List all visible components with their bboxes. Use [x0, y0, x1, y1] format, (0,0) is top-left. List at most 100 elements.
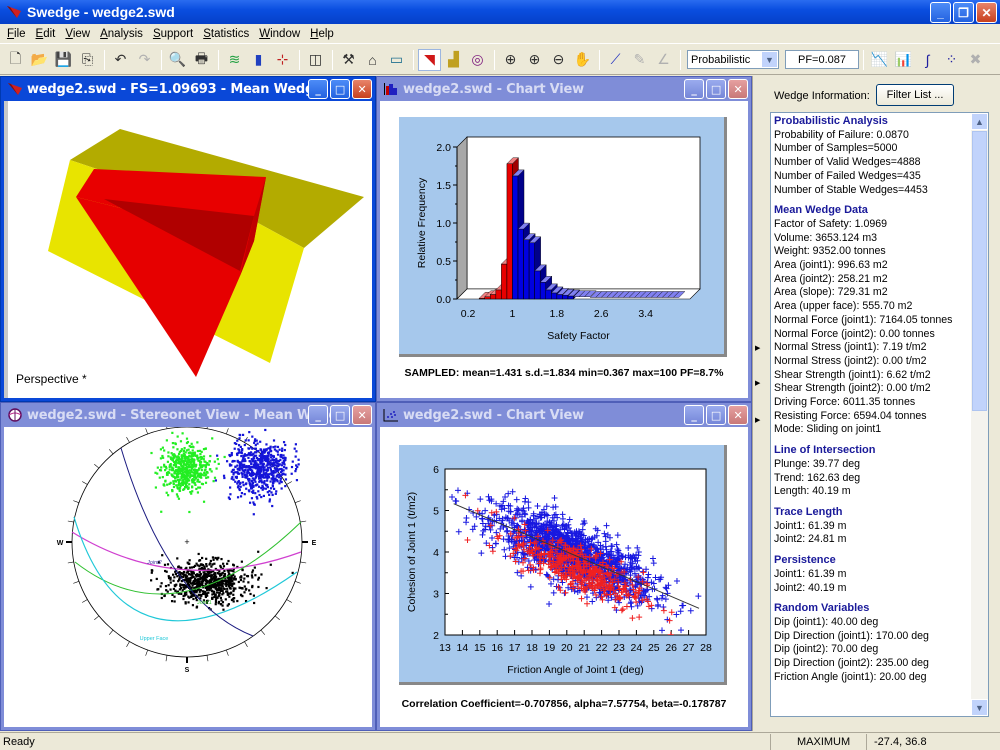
- new-button[interactable]: 🗋: [4, 49, 27, 71]
- menu-window[interactable]: Window: [254, 28, 305, 40]
- stereonet-titlebar[interactable]: wedge2.swd - Stereonet View - Mean Wedge…: [4, 403, 372, 427]
- legend-icon: ▮: [254, 51, 263, 67]
- restore-button[interactable]: ❐: [953, 2, 974, 23]
- wedge-3d-canvas[interactable]: Perspective *: [4, 101, 372, 398]
- scatter-chart-window[interactable]: wedge2.swd - Chart View _ □ ✕ 13 14 15 16 17…: [376, 402, 752, 731]
- menu-file[interactable]: File: [2, 28, 31, 40]
- line-chart-button[interactable]: 📉: [868, 49, 891, 71]
- histogram-chart-button[interactable]: 📊: [892, 49, 915, 71]
- menu-edit[interactable]: Edit: [31, 28, 61, 40]
- stereonet-tick: [126, 437, 130, 443]
- menu-bar: File Edit View Analysis Support Statisti…: [0, 24, 1000, 44]
- pole-point: [241, 433, 245, 436]
- x-tick-label: 22: [596, 642, 608, 654]
- undo-button[interactable]: ↶: [109, 49, 132, 71]
- pole-point: [258, 479, 262, 483]
- pole-point: [187, 562, 190, 565]
- scatter-chart-button[interactable]: ⁘: [940, 49, 963, 71]
- pole-point: [276, 453, 280, 456]
- maximize-button[interactable]: □: [330, 79, 350, 99]
- pole-point: [202, 590, 205, 593]
- maximize-button[interactable]: □: [706, 79, 726, 99]
- pole-point: [222, 562, 225, 565]
- zoom-in-button[interactable]: ⊕: [523, 49, 546, 71]
- chevron-down-icon[interactable]: ▼: [762, 52, 777, 67]
- maximize-button[interactable]: □: [706, 405, 726, 425]
- menu-support[interactable]: Support: [148, 28, 198, 40]
- pole-point: [229, 587, 232, 590]
- scroll-down-button[interactable]: ▼: [971, 699, 988, 716]
- zoom-out-button[interactable]: ⊖: [547, 49, 570, 71]
- pole-point: [252, 465, 255, 468]
- scatter-titlebar[interactable]: wedge2.swd - Chart View _ □ ✕: [380, 403, 748, 427]
- stereonet-button[interactable]: ◎: [466, 49, 489, 71]
- save-button[interactable]: 💾: [52, 49, 75, 71]
- minimize-button[interactable]: _: [308, 405, 328, 425]
- cumulative-chart-button[interactable]: ∫: [916, 49, 939, 71]
- scroll-thumb[interactable]: [972, 131, 987, 411]
- joint-planes-button[interactable]: ≋: [223, 49, 246, 71]
- splitter-arrow-icon[interactable]: ▶: [755, 416, 760, 424]
- close-button[interactable]: ✕: [728, 405, 748, 425]
- stereonet-window[interactable]: wedge2.swd - Stereonet View - Mean Wedge…: [0, 402, 376, 731]
- print-preview-button[interactable]: 🔍: [166, 49, 189, 71]
- house-button[interactable]: ⌂: [361, 49, 384, 71]
- pole-point: [203, 469, 206, 472]
- menu-help[interactable]: Help: [305, 28, 339, 40]
- print-button[interactable]: 🖶: [190, 49, 213, 71]
- pan-button[interactable]: ✋: [571, 49, 594, 71]
- close-button[interactable]: ✕: [976, 2, 997, 23]
- split-view-button[interactable]: ◫: [304, 49, 327, 71]
- copy-button[interactable]: ⎘: [76, 49, 99, 71]
- redo-button[interactable]: ↷: [133, 49, 156, 71]
- minimize-button[interactable]: _: [684, 79, 704, 99]
- info-line: Resisting Force: 6594.04 tonnes: [774, 409, 927, 422]
- panel-splitter[interactable]: ▶ ▶ ▶: [752, 76, 762, 731]
- stereonet-body[interactable]: NSEW+Joint2Joint1Upper Face: [4, 427, 372, 727]
- splitter-arrow-icon[interactable]: ▶: [755, 344, 760, 352]
- legend-button[interactable]: ▮: [247, 49, 270, 71]
- close-button[interactable]: ✕: [352, 405, 372, 425]
- menu-statistics[interactable]: Statistics: [198, 28, 254, 40]
- zoom-all-button[interactable]: ⊕: [499, 49, 522, 71]
- info-line: Trend: 162.63 deg: [774, 471, 861, 484]
- remove-chart-button[interactable]: ✖: [964, 49, 987, 71]
- wedge-info-list[interactable]: Probabilistic Analysis Probability of Fai…: [770, 112, 989, 717]
- axis-button[interactable]: ⊹: [271, 49, 294, 71]
- open-button[interactable]: 📂: [28, 49, 51, 71]
- stereonet-tick: [73, 581, 80, 584]
- pole-point: [271, 476, 275, 479]
- calculator-button[interactable]: ▭: [385, 49, 408, 71]
- edit-line-button[interactable]: ✎: [628, 49, 651, 71]
- angle-tool-button[interactable]: ∠: [652, 49, 675, 71]
- wedge-3d-window[interactable]: wedge2.swd - FS=1.09693 - Mean Wedge _ □…: [0, 76, 376, 402]
- close-button[interactable]: ✕: [352, 79, 372, 99]
- wedge-view-button[interactable]: ◥: [418, 48, 441, 71]
- scroll-up-button[interactable]: ▲: [971, 113, 988, 130]
- pole-point: [261, 485, 264, 488]
- support-hammer-button[interactable]: ⚒: [337, 49, 360, 71]
- pole-point: [270, 491, 273, 494]
- info-scrollbar[interactable]: ▲ ▼: [971, 113, 988, 716]
- pole-point: [160, 582, 163, 585]
- pole-point: [214, 600, 218, 604]
- histogram-chart-window[interactable]: wedge2.swd - Chart View _ □ ✕ 0.0 0.5 1.0 1…: [376, 76, 752, 402]
- minimize-button[interactable]: _: [308, 79, 328, 99]
- filter-list-button[interactable]: Filter List ...: [876, 84, 954, 106]
- menu-analysis[interactable]: Analysis: [95, 28, 148, 40]
- minimize-button[interactable]: _: [930, 2, 951, 23]
- minimize-button[interactable]: _: [684, 405, 704, 425]
- splitter-arrow-icon[interactable]: ▶: [755, 379, 760, 387]
- wedge-3d-titlebar[interactable]: wedge2.swd - FS=1.09693 - Mean Wedge _ □…: [4, 77, 372, 101]
- histogram-info-button[interactable]: ▟: [442, 49, 465, 71]
- pole-point: [243, 471, 246, 474]
- analysis-mode-combo[interactable]: Probabilistic ▼: [687, 50, 779, 69]
- menu-view[interactable]: View: [60, 28, 95, 40]
- maximize-button[interactable]: □: [330, 405, 350, 425]
- close-button[interactable]: ✕: [728, 79, 748, 99]
- histogram-titlebar[interactable]: wedge2.swd - Chart View _ □ ✕: [380, 77, 748, 101]
- line-tool-button[interactable]: ⟋: [604, 49, 627, 71]
- pole-point: [178, 571, 181, 574]
- pole-point: [248, 431, 251, 434]
- pole-point: [282, 454, 285, 457]
